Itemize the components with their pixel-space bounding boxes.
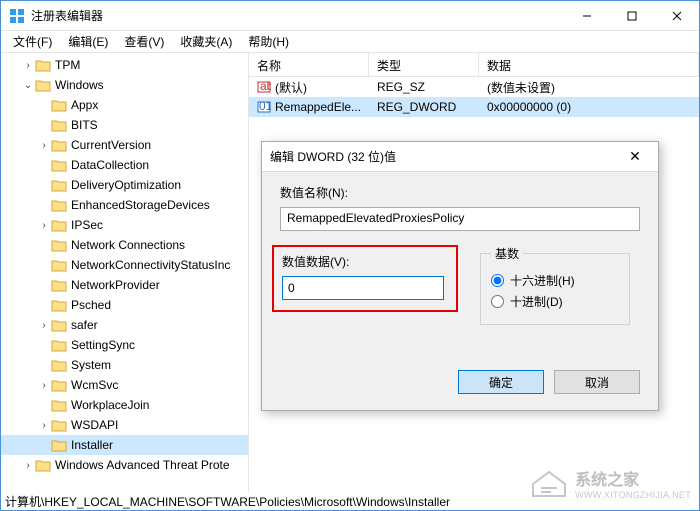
chevron-right-icon[interactable]: ›	[21, 60, 35, 71]
menu-favorites[interactable]: 收藏夹(A)	[172, 31, 240, 52]
tree-item-label: Appx	[71, 98, 98, 112]
app-icon	[9, 8, 25, 24]
col-name[interactable]: 名称	[249, 53, 369, 76]
cell-type: REG_SZ	[369, 80, 479, 94]
list-row[interactable]: 011RemappedEle...REG_DWORD0x00000000 (0)	[249, 97, 699, 117]
radix-hex-option[interactable]: 十六进制(H)	[491, 272, 619, 289]
cell-data: (数值未设置)	[479, 79, 699, 96]
tree-item-installer[interactable]: Installer	[1, 435, 248, 455]
window-titlebar: 注册表编辑器	[1, 1, 699, 31]
tree-item-label: TPM	[55, 58, 80, 72]
menu-edit[interactable]: 编辑(E)	[60, 31, 116, 52]
tree-item-label: BITS	[71, 118, 98, 132]
tree-item-label: Windows	[55, 78, 104, 92]
chevron-right-icon[interactable]: ›	[37, 320, 51, 331]
menu-file[interactable]: 文件(F)	[5, 31, 60, 52]
value-name-field[interactable]: RemappedElevatedProxiesPolicy	[280, 207, 640, 231]
tree-item-networkconnectivitystatusinc[interactable]: NetworkConnectivityStatusInc	[1, 255, 248, 275]
tree-item-system[interactable]: System	[1, 355, 248, 375]
radix-hex-radio[interactable]	[491, 274, 504, 287]
tree-item-label: EnhancedStorageDevices	[71, 198, 210, 212]
tree-item-label: System	[71, 358, 111, 372]
tree-item-label: CurrentVersion	[71, 138, 151, 152]
value-data-label: 数值数据(V):	[282, 253, 448, 270]
edit-dword-dialog: 编辑 DWORD (32 位)值 ✕ 数值名称(N): RemappedElev…	[261, 141, 659, 411]
tree-item-label: SettingSync	[71, 338, 135, 352]
tree-item-datacollection[interactable]: DataCollection	[1, 155, 248, 175]
tree-item-settingsync[interactable]: SettingSync	[1, 335, 248, 355]
list-header: 名称 类型 数据	[249, 53, 699, 77]
dialog-close-button[interactable]: ✕	[620, 148, 650, 165]
radix-legend: 基数	[491, 245, 523, 262]
chevron-down-icon[interactable]: ⌄	[21, 80, 35, 91]
window-title: 注册表编辑器	[31, 7, 564, 24]
tree-item-psched[interactable]: Psched	[1, 295, 248, 315]
tree-item-label: Windows Advanced Threat Prote	[55, 458, 230, 472]
chevron-right-icon[interactable]: ›	[37, 380, 51, 391]
tree-item-wcmsvc[interactable]: › WcmSvc	[1, 375, 248, 395]
status-bar: 计算机\HKEY_LOCAL_MACHINE\SOFTWARE\Policies…	[1, 492, 699, 510]
dialog-title: 编辑 DWORD (32 位)值	[270, 148, 620, 165]
value-name-label: 数值名称(N):	[280, 184, 640, 201]
list-row[interactable]: ab(默认)REG_SZ(数值未设置)	[249, 77, 699, 97]
ok-button[interactable]: 确定	[458, 370, 544, 394]
window-close-button[interactable]	[654, 1, 699, 30]
menu-view[interactable]: 查看(V)	[116, 31, 172, 52]
tree-item-deliveryoptimization[interactable]: DeliveryOptimization	[1, 175, 248, 195]
cell-type: REG_DWORD	[369, 100, 479, 114]
chevron-right-icon[interactable]: ›	[37, 420, 51, 431]
tree-item-label: Psched	[71, 298, 111, 312]
tree-item-label: DeliveryOptimization	[71, 178, 181, 192]
window-minimize-button[interactable]	[564, 1, 609, 30]
radix-group: 基数 十六进制(H) 十进制(D)	[480, 245, 630, 325]
tree-item-label: NetworkConnectivityStatusInc	[71, 258, 230, 272]
tree-item-networkprovider[interactable]: NetworkProvider	[1, 275, 248, 295]
tree-item-label: Network Connections	[71, 238, 185, 252]
tree-item-safer[interactable]: › safer	[1, 315, 248, 335]
tree-item-wsdapi[interactable]: › WSDAPI	[1, 415, 248, 435]
tree-item-currentversion[interactable]: › CurrentVersion	[1, 135, 248, 155]
tree-item-windows[interactable]: ⌄ Windows	[1, 75, 248, 95]
col-data[interactable]: 数据	[479, 53, 699, 76]
chevron-right-icon[interactable]: ›	[37, 140, 51, 151]
chevron-right-icon[interactable]: ›	[37, 220, 51, 231]
tree-item-label: IPSec	[71, 218, 103, 232]
tree-item-label: WSDAPI	[71, 418, 118, 432]
window-maximize-button[interactable]	[609, 1, 654, 30]
tree-item-workplacejoin[interactable]: WorkplaceJoin	[1, 395, 248, 415]
tree-item-label: safer	[71, 318, 98, 332]
menu-help[interactable]: 帮助(H)	[240, 31, 297, 52]
menubar: 文件(F) 编辑(E) 查看(V) 收藏夹(A) 帮助(H)	[1, 31, 699, 53]
tree-item-bits[interactable]: BITS	[1, 115, 248, 135]
tree-item-label: Installer	[71, 438, 113, 452]
cell-data: 0x00000000 (0)	[479, 100, 699, 114]
tree-item-label: WorkplaceJoin	[71, 398, 149, 412]
highlight-annotation: 数值数据(V):	[272, 245, 458, 312]
svg-text:ab: ab	[260, 80, 271, 93]
tree-item-tpm[interactable]: › TPM	[1, 55, 248, 75]
tree-item-windows-advanced-threat-prote[interactable]: › Windows Advanced Threat Prote	[1, 455, 248, 475]
chevron-right-icon[interactable]: ›	[21, 460, 35, 471]
radix-dec-radio[interactable]	[491, 295, 504, 308]
tree-item-network-connections[interactable]: Network Connections	[1, 235, 248, 255]
cell-name: 011RemappedEle...	[249, 100, 369, 114]
radix-dec-option[interactable]: 十进制(D)	[491, 293, 619, 310]
value-data-input[interactable]	[282, 276, 444, 300]
svg-text:011: 011	[259, 100, 271, 113]
tree-item-appx[interactable]: Appx	[1, 95, 248, 115]
tree-item-label: WcmSvc	[71, 378, 118, 392]
cell-name: ab(默认)	[249, 79, 369, 96]
tree-item-ipsec[interactable]: › IPSec	[1, 215, 248, 235]
tree-item-label: NetworkProvider	[71, 278, 160, 292]
col-type[interactable]: 类型	[369, 53, 479, 76]
tree-item-label: DataCollection	[71, 158, 149, 172]
registry-tree[interactable]: › TPM ⌄ Windows Appx BITS › CurrentVersion DataC…	[1, 53, 249, 493]
tree-item-enhancedstoragedevices[interactable]: EnhancedStorageDevices	[1, 195, 248, 215]
cancel-button[interactable]: 取消	[554, 370, 640, 394]
